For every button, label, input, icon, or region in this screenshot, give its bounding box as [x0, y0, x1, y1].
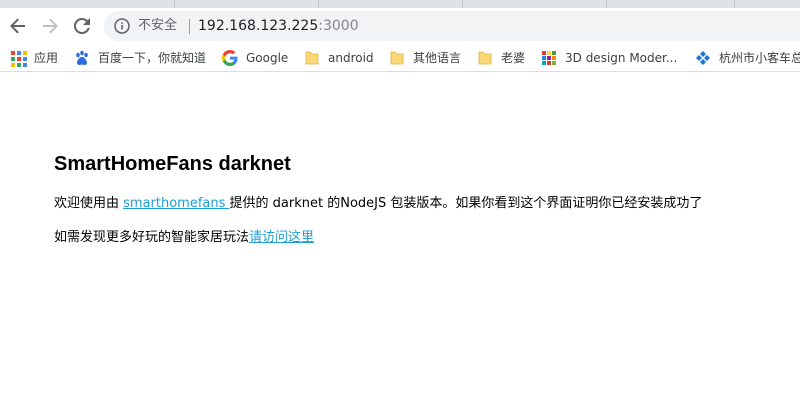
- bookmark-label: 老婆: [501, 51, 526, 65]
- browser-toolbar: 不安全 192.168.123.225:3000: [0, 8, 800, 44]
- baidu-paw-icon: [76, 50, 88, 65]
- blue-diamond-icon: [696, 51, 710, 65]
- page-title: SmartHomeFans darknet: [54, 153, 291, 175]
- bookmark-folder-other-languages[interactable]: 其他语言: [389, 49, 461, 67]
- folder-icon: [478, 51, 492, 65]
- tab-divider: [606, 0, 607, 8]
- reload-icon: [74, 18, 90, 34]
- url-host: 192.168.123.225: [198, 18, 319, 34]
- bookmark-hangzhou[interactable]: 杭州市小客车总: [695, 49, 800, 67]
- apps-grid-icon: [10, 50, 27, 67]
- intro-suffix: 提供的 darknet 的NodeJS 包装版本。如果你看到这个界面证明你已经安…: [229, 196, 703, 211]
- tab-divider: [318, 0, 319, 8]
- security-label[interactable]: 不安全: [138, 17, 177, 35]
- tab-divider: [462, 0, 463, 8]
- folder-icon: [305, 51, 319, 65]
- bookmark-folder-wife[interactable]: 老婆: [477, 49, 525, 67]
- more-info-prefix: 如需发现更多好玩的智能家居玩法: [54, 230, 250, 245]
- bookmark-folder-android[interactable]: android: [304, 49, 374, 67]
- back-button[interactable]: [4, 12, 32, 40]
- back-arrow-icon: [10, 18, 25, 34]
- reload-button[interactable]: [68, 12, 96, 40]
- bookmark-3d-design[interactable]: 3D design Moder...: [541, 49, 677, 67]
- google-g-icon: [222, 50, 238, 66]
- bookmark-label: android: [328, 51, 374, 65]
- bookmark-apps[interactable]: 应用: [10, 49, 58, 67]
- address-bar[interactable]: 不安全 192.168.123.225:3000: [104, 11, 800, 41]
- folder-icon: [390, 51, 404, 65]
- forward-arrow-icon: [43, 18, 58, 34]
- smarthomefans-link[interactable]: smarthomefans: [123, 196, 229, 211]
- bookmark-label: 百度一下，你就知道: [98, 51, 207, 65]
- intro-paragraph: 欢迎使用由 smarthomefans 提供的 darknet 的NodeJS …: [54, 195, 702, 213]
- tab-strip: [0, 0, 800, 8]
- forward-button[interactable]: [36, 12, 64, 40]
- bookmark-label: 杭州市小客车总: [719, 51, 800, 65]
- omnibox-separator: [189, 19, 190, 34]
- bookmark-label: Google: [246, 51, 289, 65]
- url-port: :3000: [318, 18, 359, 34]
- bookmark-label: 应用: [34, 51, 59, 65]
- info-icon[interactable]: [114, 18, 130, 34]
- tab-divider: [734, 0, 735, 8]
- bookmark-baidu[interactable]: 百度一下，你就知道: [74, 49, 206, 67]
- colorful-grid-icon: [542, 51, 556, 65]
- bookmark-google[interactable]: Google: [222, 49, 288, 67]
- url-text[interactable]: 192.168.123.225:3000: [198, 16, 359, 36]
- bookmarks-bar: 应用 百度一下，你就知道 Google android 其他语言 老婆 3D d…: [0, 44, 800, 72]
- bookmark-label: 其他语言: [413, 51, 462, 65]
- more-info-paragraph: 如需发现更多好玩的智能家居玩法请访问这里: [54, 229, 314, 247]
- intro-prefix: 欢迎使用由: [54, 196, 124, 211]
- bookmark-label: 3D design Moder...: [565, 51, 678, 65]
- tab-divider: [174, 0, 175, 8]
- visit-here-link[interactable]: 请访问这里: [249, 230, 314, 245]
